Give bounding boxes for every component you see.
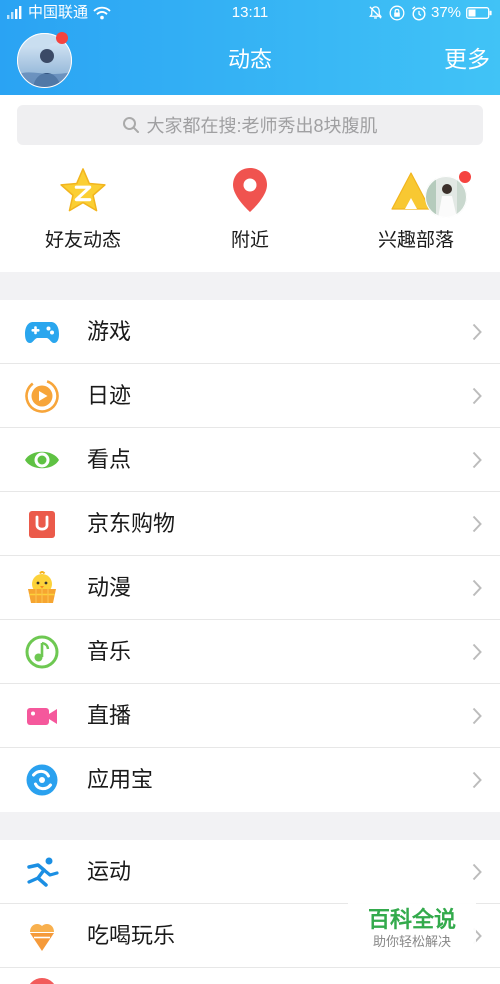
eye-icon: [25, 451, 59, 469]
quick-entry-interest-tribe[interactable]: 兴趣部落: [333, 95, 499, 272]
list-item-partial[interactable]: [0, 968, 500, 984]
gamepad-icon: [25, 322, 59, 343]
shopping-bag-icon: [29, 511, 55, 538]
chevron-right-icon: [472, 451, 482, 469]
list-item-label: 日迹: [87, 383, 132, 408]
list-item-label: 运动: [87, 859, 132, 884]
play-circle-icon: [25, 379, 59, 413]
page-title: 动态: [227, 47, 272, 72]
carrier-name: 中国联通: [28, 4, 89, 21]
chevron-right-icon: [472, 579, 482, 597]
location-pin-icon: [233, 168, 267, 212]
battery-icon: [466, 7, 492, 19]
alarm-icon: [412, 6, 426, 21]
battery-percent: 37%: [431, 4, 462, 21]
chevron-right-icon: [472, 707, 482, 725]
list-item-label: 京东购物: [87, 511, 176, 536]
video-camera-icon: [27, 708, 57, 725]
list-item-label: 应用宝: [87, 767, 154, 792]
chick-icon: [28, 571, 56, 603]
bell-off-icon: [369, 6, 382, 19]
quick-entry-label: 兴趣部落: [377, 230, 454, 251]
feature-list-primary: 游戏 日迹 看点 京东购物 动漫 音乐 直播 应用宝: [0, 300, 500, 812]
list-item-anime[interactable]: 动漫: [0, 556, 500, 620]
chevron-right-icon: [472, 515, 482, 533]
list-item-label: 吃喝玩乐: [87, 923, 176, 948]
list-item-label: 音乐: [87, 639, 132, 664]
chevron-right-icon: [472, 771, 482, 789]
list-item-games[interactable]: 游戏: [0, 300, 500, 364]
app-store-icon: [26, 764, 58, 796]
star-z-icon: [60, 168, 106, 212]
quick-entry-friend-feed[interactable]: 好友动态: [0, 95, 166, 272]
list-item-label: 动漫: [87, 575, 132, 600]
watermark: 百科全说 助你轻松解决: [348, 898, 476, 962]
list-item-music[interactable]: 音乐: [0, 620, 500, 684]
list-item-app-store[interactable]: 应用宝: [0, 748, 500, 812]
quick-panel: 大家都在搜:老师秀出8块腹肌 好友动态 附近 兴趣部落: [0, 95, 500, 272]
chevron-right-icon: [472, 387, 482, 405]
list-item-daily-trace[interactable]: 日迹: [0, 364, 500, 428]
watermark-subtitle: 助你轻松解决: [372, 934, 451, 949]
running-icon: [27, 857, 59, 887]
status-time: 13:11: [231, 4, 269, 21]
red-app-icon: [30, 978, 54, 984]
list-item-highlights[interactable]: 看点: [0, 428, 500, 492]
list-item-label: 游戏: [87, 319, 132, 344]
quick-entry-label: 附近: [230, 230, 269, 251]
avatar-badge-dot: [56, 32, 68, 44]
list-item-label: 看点: [87, 447, 132, 472]
music-note-icon: [25, 635, 59, 669]
rotation-lock-icon: [389, 5, 405, 21]
tribe-badge-dot: [459, 171, 471, 183]
list-item-jd-shopping[interactable]: 京东购物: [0, 492, 500, 556]
list-item-label: 直播: [87, 703, 132, 728]
top-bar: 中国联通 13:11 37% 动态 更多: [0, 0, 500, 95]
signal-icon: [7, 6, 22, 19]
quick-entry-label: 好友动态: [44, 230, 121, 251]
chevron-right-icon: [472, 323, 482, 341]
tribe-avatar: [425, 176, 467, 218]
chevron-right-icon: [472, 643, 482, 661]
wifi-icon: [93, 6, 111, 20]
chevron-right-icon: [472, 863, 482, 881]
ice-cream-icon: [30, 924, 54, 951]
quick-entry-nearby[interactable]: 附近: [167, 95, 333, 272]
list-item-live[interactable]: 直播: [0, 684, 500, 748]
watermark-title: 百科全说: [367, 907, 456, 932]
more-button[interactable]: 更多: [434, 44, 490, 74]
list-item-sports[interactable]: 运动: [0, 840, 500, 904]
